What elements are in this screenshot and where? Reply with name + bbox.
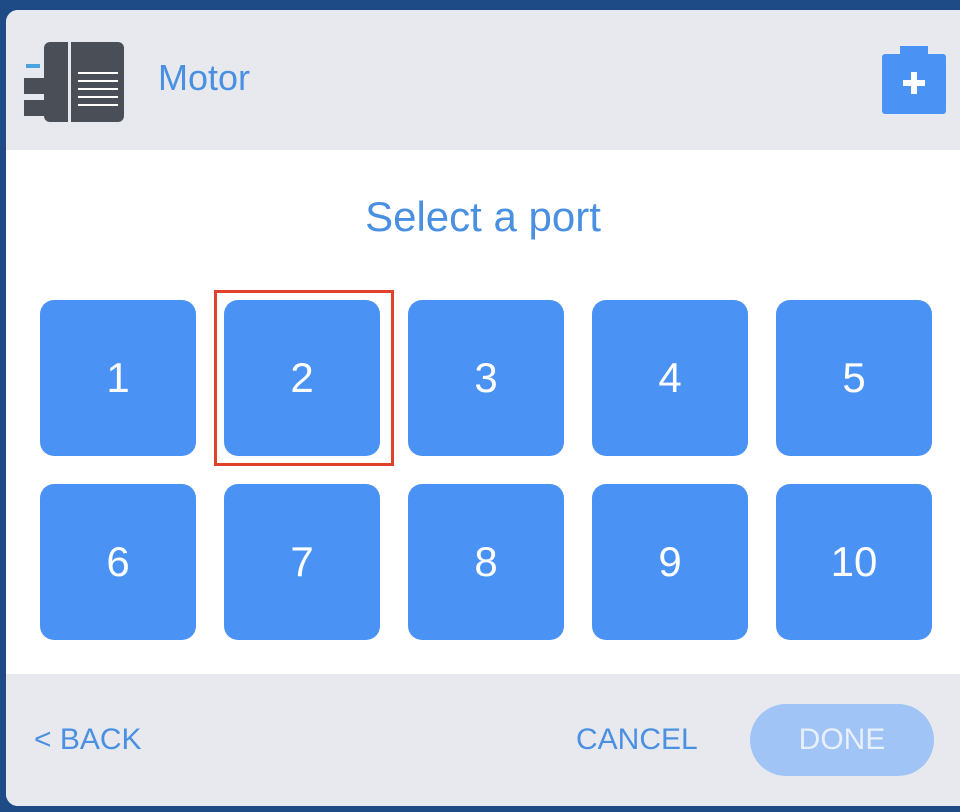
port-select-dialog: Motor Select a port 1 2 3 4 5 6 7 8 9 10 < BACK C…	[6, 10, 960, 806]
port-button-5[interactable]: 5	[776, 300, 932, 456]
port-button-7[interactable]: 7	[224, 484, 380, 640]
port-button-6[interactable]: 6	[40, 484, 196, 640]
dialog-footer: < BACK CANCEL DONE	[6, 674, 960, 806]
dialog-header: Motor	[6, 10, 960, 150]
port-button-2[interactable]: 2	[214, 290, 394, 466]
motor-device-icon	[24, 40, 128, 124]
done-button[interactable]: DONE	[750, 704, 934, 776]
port-grid: 1 2 3 4 5 6 7 8 9 10	[40, 290, 932, 640]
port-button-1[interactable]: 1	[40, 300, 196, 456]
port-button-10[interactable]: 10	[776, 484, 932, 640]
port-button-9[interactable]: 9	[592, 484, 748, 640]
dialog-body: Select a port 1 2 3 4 5 6 7 8 9 10	[6, 150, 960, 674]
port-button-4[interactable]: 4	[592, 300, 748, 456]
device-title: Motor	[158, 57, 251, 98]
cancel-button[interactable]: CANCEL	[576, 722, 698, 758]
back-button[interactable]: < BACK	[34, 722, 142, 758]
select-port-heading: Select a port	[365, 193, 601, 240]
port-button-8[interactable]: 8	[408, 484, 564, 640]
port-button-3[interactable]: 3	[408, 300, 564, 456]
add-battery-icon[interactable]	[882, 46, 946, 114]
